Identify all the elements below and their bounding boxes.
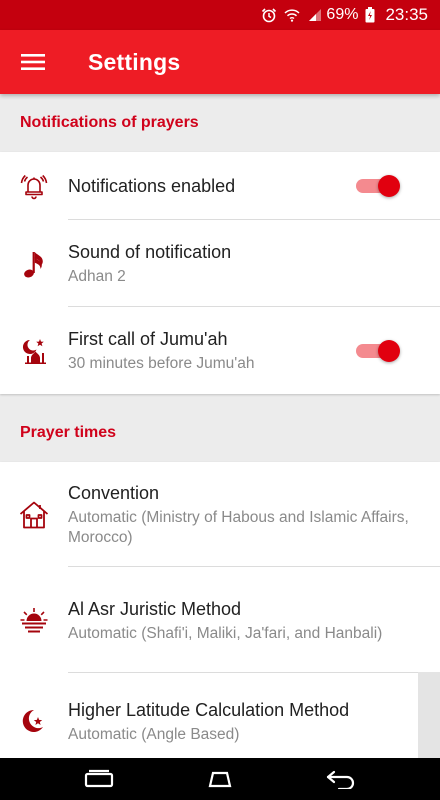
prayer-times-card: Convention Automatic (Ministry of Habous… <box>0 462 440 758</box>
setting-title: Higher Latitude Calculation Method <box>68 699 350 720</box>
signal-icon <box>307 8 322 22</box>
clock: 23:35 <box>385 5 428 24</box>
settings-list[interactable]: Notifications of prayers Notifications e… <box>0 94 440 758</box>
notifications-enabled-switch[interactable] <box>354 174 402 198</box>
setting-title: Sound of notification <box>68 242 232 262</box>
mosque-crescent-icon <box>0 336 68 366</box>
setting-sound-of-notification[interactable]: Sound of notification Adhan 2 <box>0 220 440 307</box>
setting-asr-juristic-method[interactable]: Al Asr Juristic Method Automatic (Shafi'… <box>0 567 440 673</box>
battery-charging-icon <box>365 7 375 23</box>
battery-percent: 69% <box>326 6 359 23</box>
setting-title: Al Asr Juristic Method <box>68 598 242 619</box>
setting-summary: Automatic (Shafi'i, Maliki, Ja'fari, and… <box>68 624 383 642</box>
app-bar: Settings <box>0 30 440 94</box>
sunset-icon <box>0 606 68 634</box>
music-note-icon <box>0 249 68 279</box>
alarm-bell-icon <box>0 172 68 200</box>
setting-title: Notifications enabled <box>68 176 236 196</box>
alarm-icon <box>261 7 277 23</box>
overscroll-edge <box>418 672 440 758</box>
setting-title: First call of Jumu'ah <box>68 329 228 349</box>
back-icon[interactable] <box>311 758 371 800</box>
wifi-icon <box>284 8 300 22</box>
crescent-star-icon <box>0 707 68 735</box>
setting-higher-latitude-method[interactable]: Higher Latitude Calculation Method Autom… <box>0 673 440 758</box>
switch-thumb <box>378 175 400 197</box>
setting-summary: Automatic (Ministry of Habous and Islami… <box>68 509 409 546</box>
system-navigation-bar <box>0 758 440 800</box>
setting-first-call-jumuah[interactable]: First call of Jumu'ah 30 minutes before … <box>0 307 440 394</box>
status-bar: 69% 23:35 <box>0 0 440 30</box>
recent-apps-icon[interactable] <box>69 758 129 800</box>
page-title: Settings <box>88 48 181 75</box>
notifications-card: Notifications enabled Sound of notificat… <box>0 152 440 394</box>
setting-summary: 30 minutes before Jumu'ah <box>68 355 255 372</box>
section-header-prayer-times: Prayer times <box>0 404 440 462</box>
section-header-notifications: Notifications of prayers <box>0 94 440 152</box>
house-icon <box>0 500 68 530</box>
switch-thumb <box>378 339 400 362</box>
hamburger-menu-icon[interactable] <box>0 30 68 94</box>
home-icon[interactable] <box>190 758 250 800</box>
setting-convention[interactable]: Convention Automatic (Ministry of Habous… <box>0 462 440 567</box>
first-call-jumuah-switch[interactable] <box>354 339 402 363</box>
setting-title: Convention <box>68 483 160 503</box>
setting-summary: Adhan 2 <box>68 268 126 285</box>
setting-notifications-enabled[interactable]: Notifications enabled <box>0 152 440 220</box>
setting-summary: Automatic (Angle Based) <box>68 725 240 743</box>
